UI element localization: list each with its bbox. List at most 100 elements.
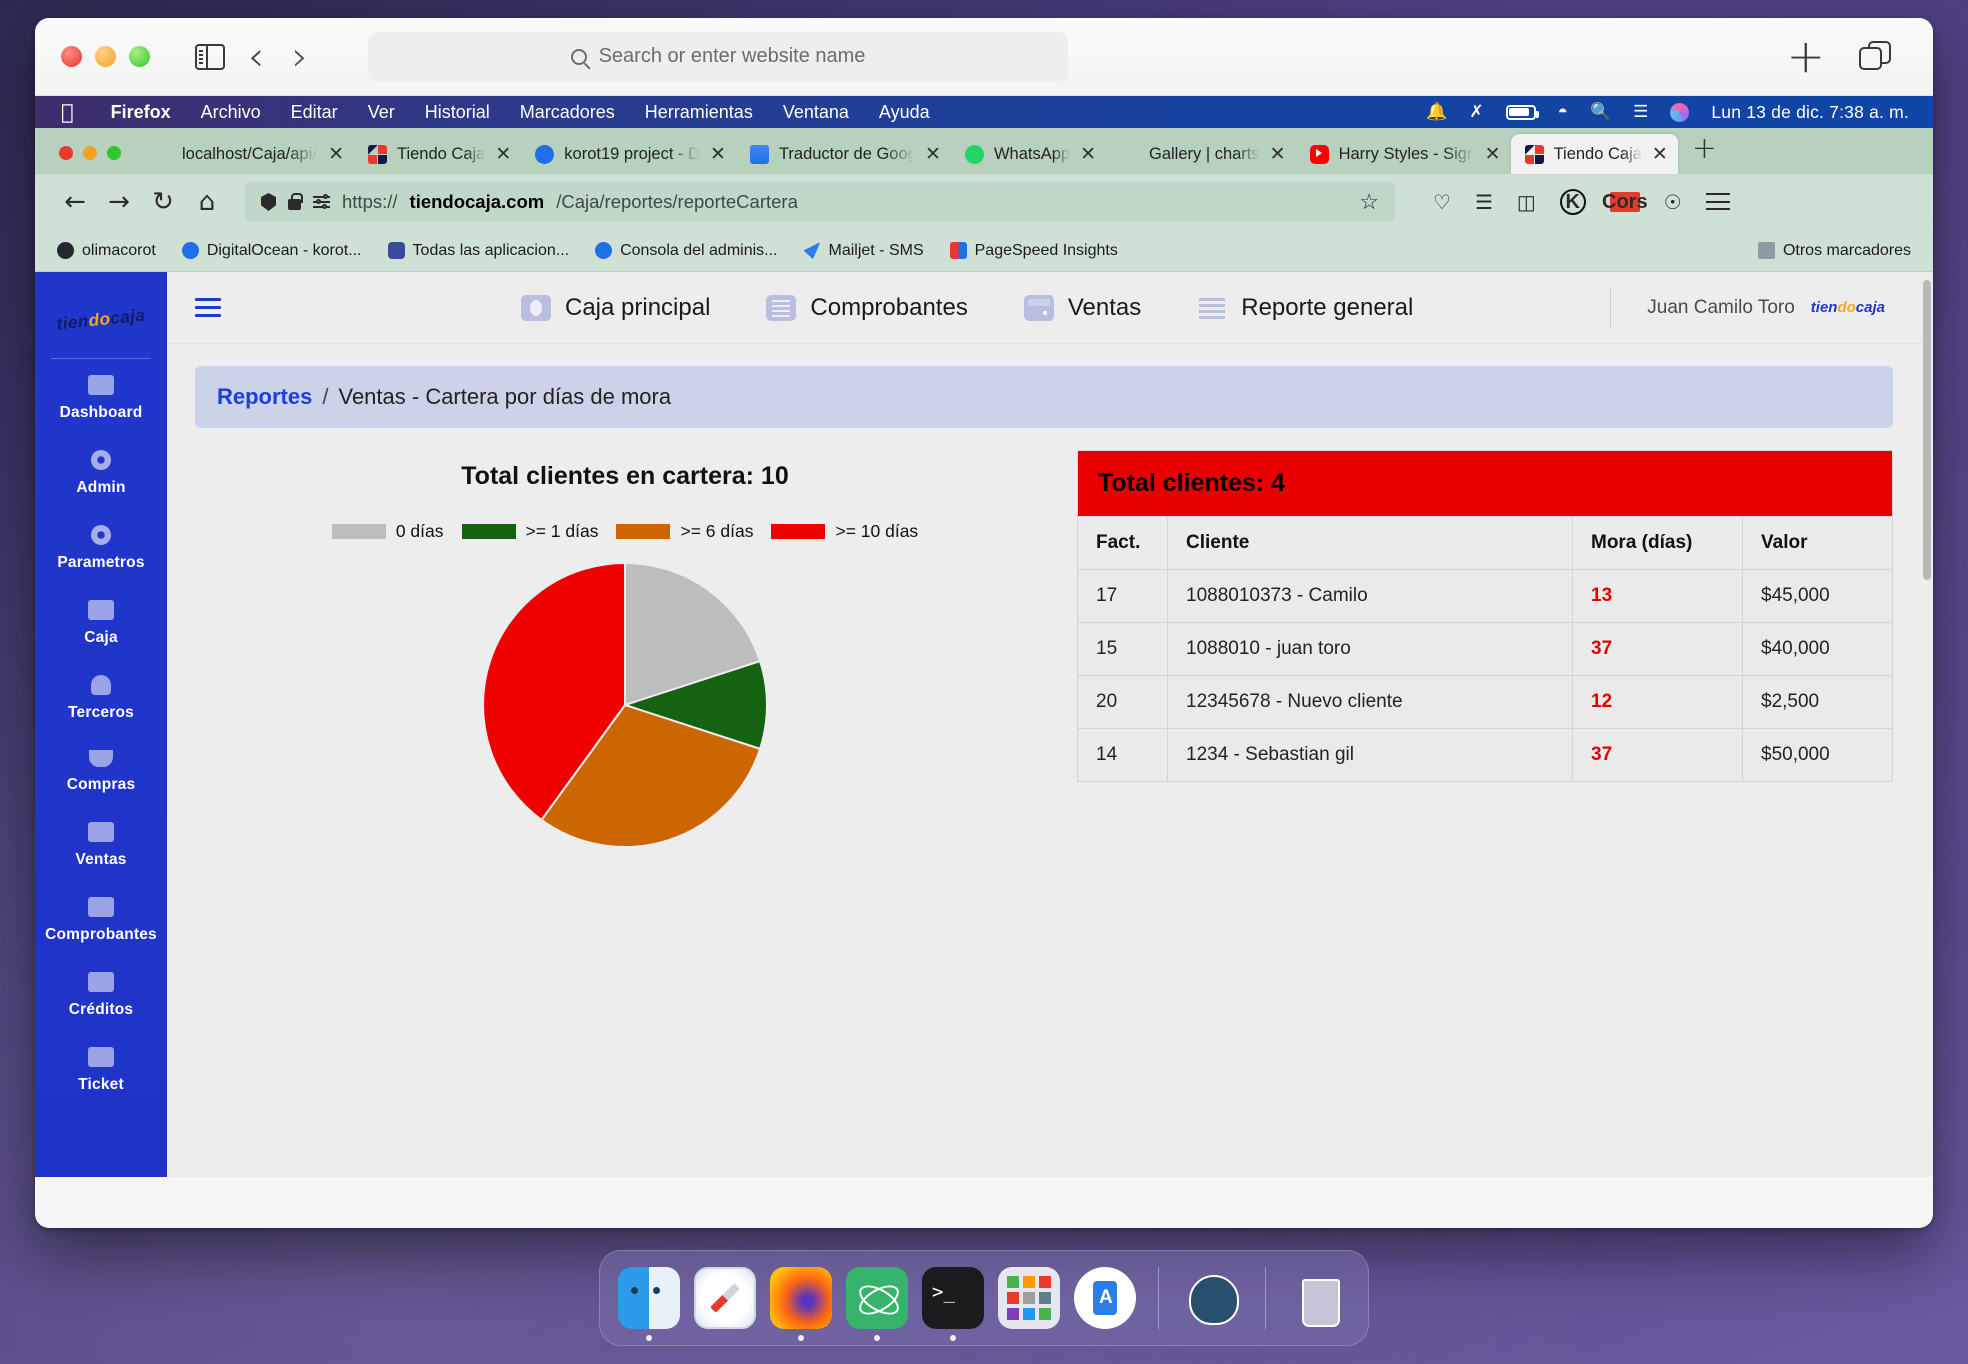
forward-chevron-icon[interactable]: › — [292, 37, 308, 77]
pocket-icon[interactable]: ♡ — [1433, 190, 1451, 215]
window-traffic-lights[interactable] — [61, 46, 150, 67]
topnav-item-caja-principal[interactable]: Caja principal — [521, 294, 710, 322]
menu-historial[interactable]: Historial — [410, 102, 505, 123]
wifi-icon[interactable]: ◓ — [1558, 102, 1568, 122]
dock-item-finder[interactable] — [618, 1267, 680, 1341]
breadcrumb-link-reportes[interactable]: Reportes — [217, 384, 312, 410]
firefox-traffic-lights[interactable] — [49, 146, 139, 174]
column-header-fact[interactable]: Fact. — [1077, 516, 1168, 570]
back-chevron-icon[interactable]: ‹ — [248, 37, 264, 77]
minimize-window-button[interactable] — [95, 46, 116, 67]
dock-item-firefox[interactable] — [770, 1267, 832, 1341]
menu-ayuda[interactable]: Ayuda — [864, 102, 945, 123]
browser-tab[interactable]: WhatsApp ✕ — [951, 134, 1106, 174]
menu-editar[interactable]: Editar — [276, 102, 353, 123]
dock-item-trash[interactable] — [1288, 1267, 1350, 1329]
battery-icon[interactable] — [1505, 104, 1539, 120]
close-tab-icon[interactable]: ✕ — [1485, 144, 1501, 164]
browser-tab[interactable]: localhost/Caja/api/repo ✕ — [139, 134, 354, 174]
close-tab-icon[interactable]: ✕ — [1652, 144, 1668, 164]
maximize-window-button[interactable] — [129, 46, 150, 67]
bookmark-item[interactable]: Mailjet - SMS — [803, 242, 924, 260]
firefox-maximize-button[interactable] — [107, 146, 121, 160]
close-tab-icon[interactable]: ✕ — [328, 144, 344, 164]
close-tab-icon[interactable]: ✕ — [925, 144, 941, 164]
safari-search-field[interactable]: Search or enter website name — [368, 31, 1068, 82]
hamburger-icon[interactable] — [195, 298, 221, 318]
sidebar-item-ventas[interactable]: Ventas — [35, 806, 167, 881]
library-icon[interactable]: ☰ — [1475, 190, 1493, 215]
topnav-item-comprobantes[interactable]: Comprobantes — [766, 294, 968, 322]
dock-item-android-studio[interactable] — [1074, 1267, 1136, 1329]
plus-icon[interactable]: + — [1786, 33, 1825, 79]
menu-firefox[interactable]: Firefox — [96, 102, 186, 123]
menu-ventana[interactable]: Ventana — [768, 102, 864, 123]
column-header-mora[interactable]: Mora (días) — [1572, 516, 1743, 570]
menu-icon[interactable] — [1705, 193, 1730, 211]
table-row[interactable]: 15 1088010 - juan toro 37 $40,000 — [1077, 622, 1893, 676]
dock-item-postgresql[interactable] — [1181, 1267, 1243, 1329]
browser-tab[interactable]: Traductor de Goog ✕ — [736, 134, 951, 174]
close-window-button[interactable] — [61, 46, 82, 67]
permissions-icon[interactable] — [313, 194, 330, 209]
menu-marcadores[interactable]: Marcadores — [505, 102, 630, 123]
forward-button[interactable]: → — [97, 180, 141, 224]
sidebar-item-terceros[interactable]: Terceros — [35, 659, 167, 734]
page-scrollbar[interactable] — [1921, 272, 1933, 1177]
url-bar[interactable]: https:// tiendocaja.com/Caja/reportes/rep… — [245, 182, 1395, 222]
browser-tab-active[interactable]: Tiendo Caja ✕ — [1510, 134, 1678, 174]
close-tab-icon[interactable]: ✕ — [495, 144, 511, 164]
sidebar-item-dashboard[interactable]: Dashboard — [35, 359, 167, 434]
close-tab-icon[interactable]: ✕ — [710, 144, 726, 164]
other-bookmarks-folder[interactable]: Otros marcadores — [1757, 242, 1911, 260]
menu-ver[interactable]: Ver — [353, 102, 410, 123]
dock-item-atom[interactable] — [846, 1267, 908, 1341]
home-button[interactable]: ⌂ — [185, 180, 229, 224]
table-row[interactable]: 20 12345678 - Nuevo cliente 12 $2,500 — [1077, 675, 1893, 729]
back-button[interactable]: ← — [53, 180, 97, 224]
apple-menu-icon[interactable]:  — [61, 101, 74, 123]
sync-icon[interactable]: ☉ — [1664, 190, 1682, 215]
sidebar-item-compras[interactable]: Compras — [35, 734, 167, 806]
scrollbar-thumb[interactable] — [1923, 280, 1931, 580]
dock-item-launchpad[interactable] — [998, 1267, 1060, 1329]
close-tab-icon[interactable]: ✕ — [1270, 144, 1286, 164]
pie-chart-svg[interactable] — [480, 560, 770, 850]
bookmark-item[interactable]: DigitalOcean - korot... — [181, 242, 362, 260]
kiwi-extension-icon[interactable]: K — [1559, 189, 1586, 215]
column-header-cliente[interactable]: Cliente — [1167, 516, 1573, 570]
sidebar-item-comprobantes[interactable]: Comprobantes — [35, 881, 167, 956]
legend-item-0-dias[interactable]: 0 días — [331, 521, 444, 542]
close-tab-icon[interactable]: ✕ — [1080, 144, 1096, 164]
column-header-valor[interactable]: Valor — [1742, 516, 1893, 570]
lock-icon[interactable] — [288, 192, 303, 210]
siri-icon[interactable] — [1670, 102, 1690, 122]
firefox-minimize-button[interactable] — [83, 146, 97, 160]
tab-overview-icon[interactable] — [1859, 41, 1893, 71]
browser-tab[interactable]: korot19 project - D ✕ — [521, 134, 736, 174]
bookmark-star-icon[interactable]: ☆ — [1359, 189, 1379, 215]
topnav-item-reporte-general[interactable]: Reporte general — [1197, 294, 1413, 322]
legend-item-10-dias[interactable]: >= 10 días — [771, 521, 918, 542]
bookmark-item[interactable]: Consola del adminis... — [595, 242, 778, 260]
sidebar-item-caja[interactable]: Caja — [35, 584, 167, 659]
firefox-close-button[interactable] — [59, 146, 73, 160]
tracking-shield-icon[interactable] — [261, 193, 276, 211]
user-name[interactable]: Juan Camilo Toro — [1647, 297, 1795, 319]
reload-button[interactable]: ↻ — [141, 180, 185, 224]
reader-view-icon[interactable]: ◫ — [1517, 190, 1536, 215]
notification-bell-icon[interactable]: 🔔 — [1426, 102, 1447, 122]
table-row[interactable]: 14 1234 - Sebastian gil 37 $50,000 — [1077, 728, 1893, 782]
browser-tab[interactable]: Gallery | charts ✕ — [1106, 134, 1296, 174]
topnav-item-ventas[interactable]: Ventas — [1023, 294, 1141, 322]
control-center-icon[interactable]: ☰ — [1633, 102, 1648, 122]
bookmark-item[interactable]: olimacorot — [57, 242, 156, 260]
sidebar-item-ticket[interactable]: Ticket — [35, 1031, 167, 1106]
legend-item-6-dias[interactable]: >= 6 días — [616, 521, 753, 542]
cors-extension-icon[interactable]: Cors — [1602, 191, 1648, 213]
pie-chart[interactable] — [195, 560, 1055, 850]
spotlight-search-icon[interactable]: 🔍 — [1590, 102, 1611, 122]
browser-tab[interactable]: Tiendo Caja ✕ — [354, 134, 521, 174]
menubar-clock[interactable]: Lun 13 de dic. 7:38 a. m. — [1711, 102, 1909, 123]
sidebar-item-parametros[interactable]: Parametros — [35, 509, 167, 584]
